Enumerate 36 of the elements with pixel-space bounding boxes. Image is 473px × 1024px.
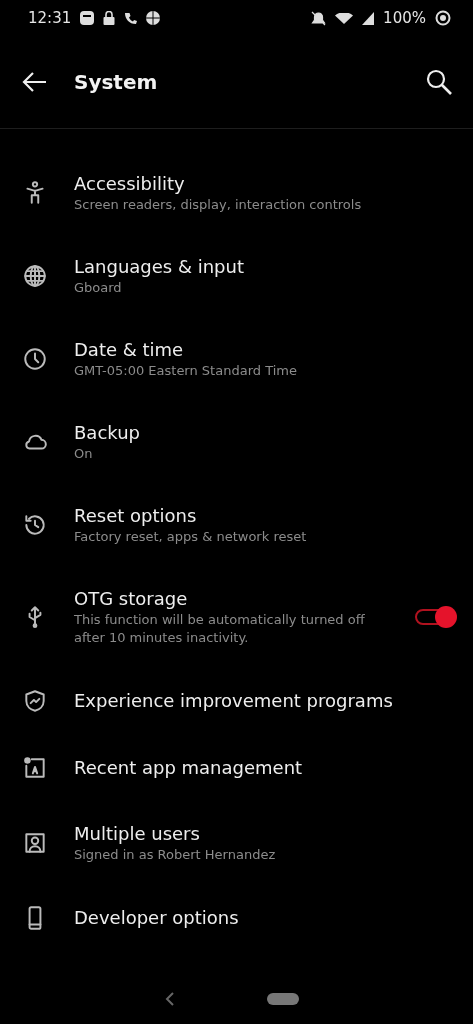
setting-title[interactable]: OTG storage — [74, 586, 385, 611]
setting-summary: Signed in as Robert Hernandez — [74, 845, 277, 864]
battery-percentage: 100% — [383, 9, 426, 27]
setting-summary: On — [74, 444, 94, 463]
wifi-call-icon — [124, 11, 138, 25]
setting-title[interactable]: Multiple users — [74, 821, 453, 846]
setting-title[interactable]: Reset options — [74, 503, 453, 528]
lock-icon — [103, 11, 116, 25]
setting-title[interactable]: Developer options — [74, 905, 453, 930]
ring-icon — [435, 10, 451, 26]
recent-apps-icon — [22, 754, 48, 781]
setting-title[interactable]: Date & time — [74, 337, 453, 362]
ball-icon — [146, 11, 161, 25]
page-title: System — [74, 70, 158, 94]
setting-title[interactable]: Experience improvement programs — [74, 688, 453, 713]
setting-summary: Gboard — [74, 278, 123, 297]
shield-icon — [22, 687, 48, 714]
setting-title[interactable]: Backup — [74, 420, 453, 445]
setting-title[interactable]: Languages & input — [74, 254, 453, 279]
search-button[interactable] — [425, 68, 453, 96]
setting-summary: Factory reset, apps & network reset — [74, 527, 308, 546]
home-pill-icon[interactable] — [266, 993, 299, 1005]
bell-off-icon — [311, 10, 327, 26]
clock-icon — [22, 345, 48, 372]
setting-summary: This function will be automatically turned off after 10 minutes inactivity. — [74, 610, 366, 647]
globe-icon — [22, 262, 48, 289]
wifi-icon — [335, 12, 354, 24]
setting-title[interactable]: Recent app management — [74, 755, 453, 780]
status-time: 12:31 — [28, 9, 72, 27]
message-icon — [80, 11, 95, 25]
setting-title[interactable]: Accessibility — [74, 171, 453, 196]
signal-icon — [362, 11, 375, 25]
setting-summary: GMT-05:00 Eastern Standard Time — [74, 361, 298, 380]
back-button[interactable] — [22, 71, 48, 93]
back-nav-icon[interactable] — [164, 992, 175, 1006]
setting-summary: Screen readers, display, interaction controls — [74, 195, 363, 214]
